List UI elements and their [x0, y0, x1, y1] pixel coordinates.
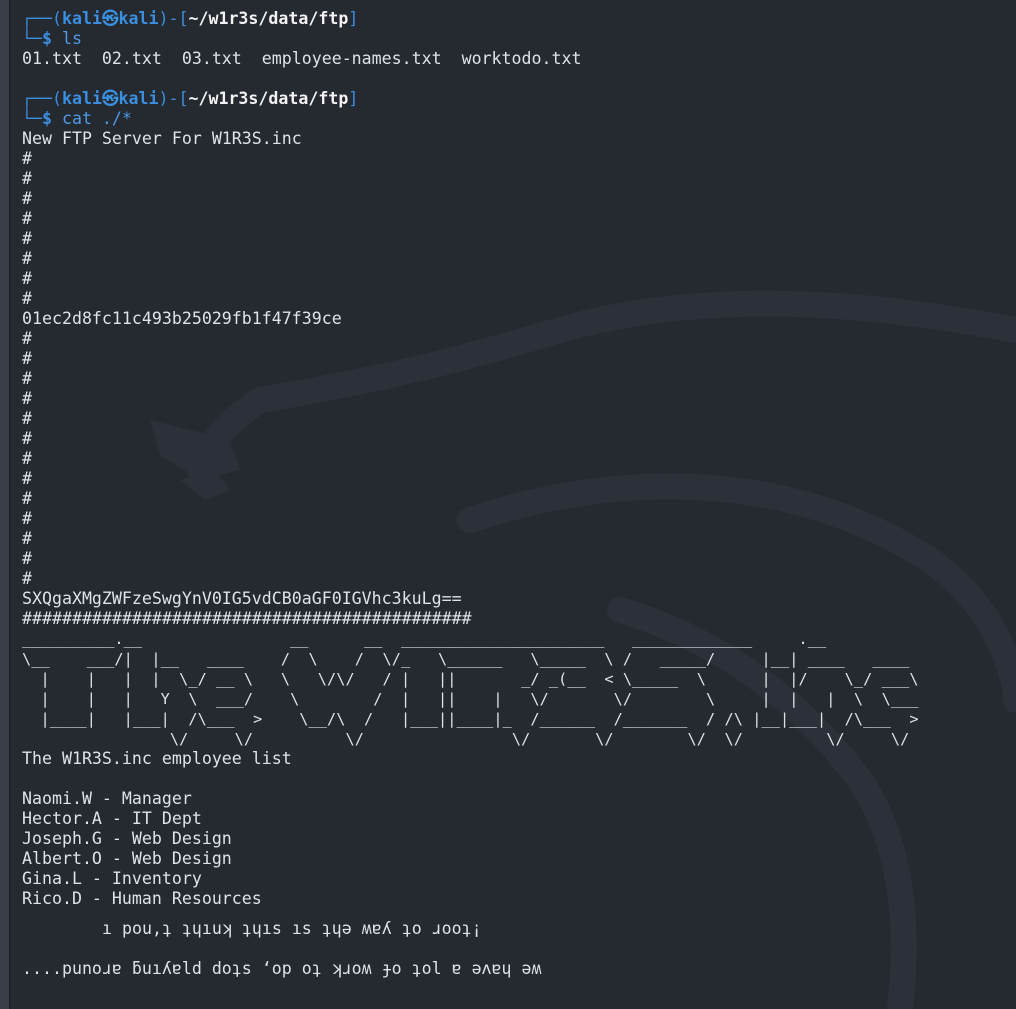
- employee-entry: Naomi.W - Manager: [22, 789, 192, 808]
- ascii-art-line: \__ ___/| |__ ____ / \ / \/_ \______ \__…: [22, 650, 910, 668]
- prompt-skull-icon: ㉿: [101, 9, 119, 28]
- ascii-art-line: |____| |___| /\___ > \__/\ / |___||____|…: [22, 710, 919, 728]
- ls-output: 01.txt 02.txt 03.txt employee-names.txt …: [22, 49, 582, 68]
- hash-mark: #: [22, 569, 32, 588]
- hash-mark: #: [22, 369, 32, 388]
- base64-string: SXQgaXMgZWFzeSwgYnV0IG5vdCB0aGF0IGVhc3ku…: [22, 589, 462, 608]
- worktodo-upside-text: ı pou,ʇ ʇɥıuʞ ʇɥıs ıs ʇɥǝ ʍɐʎ ʇo ɹooʇ¡: [102, 919, 482, 938]
- hash-divider: ########################################…: [22, 609, 472, 628]
- worktodo-line-2: ....punoɹɐ ƃuıʎɐld doʇs ‘op oʇ ʞɹoʍ ɟo ʇ…: [22, 949, 1016, 989]
- prompt-skull-icon: ㉿: [101, 89, 119, 108]
- ascii-art-line: | | | | \_/ __ \ \ \/\/ / | || _/ _(__ <…: [22, 670, 919, 688]
- ftp-title: New FTP Server For W1R3S.inc: [22, 129, 302, 148]
- hash-mark: #: [22, 429, 32, 448]
- hash-mark: #: [22, 409, 32, 428]
- prompt-host: kali: [118, 89, 159, 108]
- prompt-line-bottom: └─$ cat ./*: [22, 109, 132, 128]
- hash-mark: #: [22, 289, 32, 308]
- prompt-user: kali: [61, 9, 102, 28]
- prompt-line-top: ┌──(kali㉿kali)-[~/w1r3s/data/ftp]: [22, 89, 359, 108]
- employee-entry: Gina.L - Inventory: [22, 869, 202, 888]
- hash-mark: #: [22, 169, 32, 188]
- prompt-user: kali: [61, 89, 102, 108]
- terminal-window[interactable]: ┌──(kali㉿kali)-[~/w1r3s/data/ftp] └─$ ls…: [0, 0, 1016, 1009]
- hash-mark: #: [22, 189, 32, 208]
- hash-mark: #: [22, 549, 32, 568]
- employee-entry: Albert.O - Web Design: [22, 849, 232, 868]
- employee-entry: Hector.A - IT Dept: [22, 809, 202, 828]
- prompt-path: ~/w1r3s/data/ftp: [188, 9, 349, 28]
- prompt-path: ~/w1r3s/data/ftp: [188, 89, 349, 108]
- prompt-line-bottom: └─$ ls: [22, 29, 82, 48]
- hash-mark: #: [22, 249, 32, 268]
- ascii-art-line: __________.__ __ __ ____________________…: [22, 630, 827, 648]
- employee-list-title: The W1R3S.inc employee list: [22, 749, 292, 768]
- worktodo-upside-text: ....punoɹɐ ƃuıʎɐld doʇs ‘op oʇ ʞɹoʍ ɟo ʇ…: [22, 959, 542, 978]
- hash-mark: #: [22, 269, 32, 288]
- hash-mark: #: [22, 349, 32, 368]
- ascii-art-line: | | | Y \ ___/ \ / | || | \/ \/ \ | | | …: [22, 690, 919, 708]
- employee-entry: Joseph.G - Web Design: [22, 829, 232, 848]
- hash-mark: #: [22, 509, 32, 528]
- employee-entry: Rico.D - Human Resources: [22, 889, 262, 908]
- command-cat: cat ./*: [61, 109, 132, 128]
- md5-hash: 01ec2d8fc11c493b25029fb1f47f39ce: [22, 309, 342, 328]
- terminal-output: ┌──(kali㉿kali)-[~/w1r3s/data/ftp] └─$ ls…: [22, 9, 1016, 989]
- hash-mark: #: [22, 149, 32, 168]
- hash-mark: #: [22, 209, 32, 228]
- worktodo-line-1: ı pou,ʇ ʇɥıuʞ ʇɥıs ıs ʇɥǝ ʍɐʎ ʇo ɹooʇ¡: [22, 909, 1016, 949]
- ascii-art-line: \/ \/ \/ \/ \/ \/ \/ \/ \/: [22, 730, 910, 748]
- ascii-banner: __________.__ __ __ ____________________…: [22, 629, 1016, 749]
- prompt-host: kali: [118, 9, 159, 28]
- hash-mark: #: [22, 469, 32, 488]
- hash-mark: #: [22, 229, 32, 248]
- hash-mark: #: [22, 529, 32, 548]
- command-ls: ls: [61, 29, 82, 48]
- scrollbar-edge: [0, 0, 10, 1009]
- hash-mark: #: [22, 389, 32, 408]
- hash-mark: #: [22, 329, 32, 348]
- prompt-line-top: ┌──(kali㉿kali)-[~/w1r3s/data/ftp]: [22, 9, 359, 28]
- hash-mark: #: [22, 489, 32, 508]
- hash-mark: #: [22, 449, 32, 468]
